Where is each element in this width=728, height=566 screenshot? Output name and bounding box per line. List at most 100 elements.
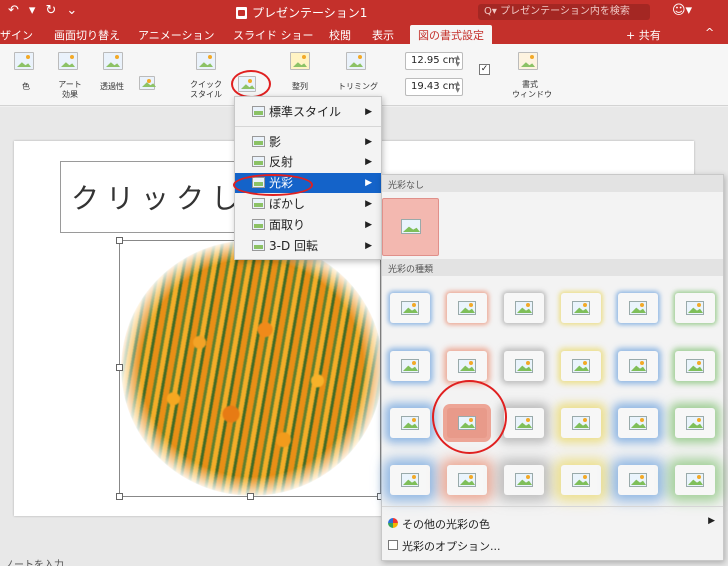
picture-icon <box>686 416 704 430</box>
height-stepper[interactable]: ▲ ▼ <box>455 54 460 68</box>
resize-handle-bl[interactable] <box>116 493 123 500</box>
3d-rotation-icon <box>252 240 265 251</box>
height-field[interactable]: 12.95 cm ▲ ▼ <box>405 52 463 70</box>
menu-item-soft-edges[interactable]: ぼかし ▶ <box>235 194 381 214</box>
art-effect-label: アート 効果 <box>58 80 82 99</box>
reset-picture-icon[interactable] <box>139 76 155 90</box>
share-label: 共有 <box>638 29 661 42</box>
glow-variation-swatch[interactable] <box>447 293 487 323</box>
glow-variation-swatch[interactable] <box>618 465 658 495</box>
picture-icon <box>572 416 590 430</box>
tab-transitions[interactable]: 画面切り替え <box>54 27 120 43</box>
picture-icon <box>515 301 533 315</box>
glow-variation-swatch[interactable] <box>561 465 601 495</box>
width-field[interactable]: 19.43 cm ▲ ▼ <box>405 78 463 96</box>
soft-edges-icon <box>252 198 265 209</box>
glow-variation-swatch[interactable] <box>561 351 601 381</box>
variations-header: 光彩の種類 <box>388 265 434 275</box>
glow-variation-swatch[interactable] <box>447 351 487 381</box>
bevel-icon <box>252 219 265 230</box>
tab-animations[interactable]: アニメーション <box>138 27 215 43</box>
lock-aspect-checkbox[interactable]: ✓ <box>479 64 490 75</box>
glow-variation-swatch[interactable] <box>390 351 430 381</box>
glow-options-item[interactable]: 光彩のオプション... <box>402 538 501 554</box>
picture-icon <box>515 473 533 487</box>
undo-icon[interactable]: ↶ <box>8 3 19 18</box>
redo-icon[interactable]: ↻ <box>45 3 56 18</box>
menu-item-bevel[interactable]: 面取り ▶ <box>235 215 381 235</box>
glow-options-checkbox-icon <box>388 540 398 550</box>
color-wheel-icon <box>388 518 398 528</box>
undo-dropdown-icon[interactable]: ▾ <box>29 3 36 18</box>
submenu-arrow-icon: ▶ <box>365 199 372 209</box>
quick-style-label: クイック スタイル <box>190 80 222 99</box>
format-window-icon[interactable] <box>518 52 538 70</box>
customize-toolbar-icon[interactable]: ⌄ <box>66 3 77 18</box>
glow-variation-swatch[interactable] <box>618 351 658 381</box>
more-glow-colors-item[interactable]: その他の光彩の色 <box>402 516 490 532</box>
glow-variation-swatch[interactable] <box>504 293 544 323</box>
color-label: 色 <box>22 82 30 91</box>
picture-icon <box>629 301 647 315</box>
glow-variation-swatch[interactable] <box>447 465 487 495</box>
glow-variation-swatch[interactable] <box>390 293 430 323</box>
crop-icon[interactable] <box>346 52 366 70</box>
glow-variation-swatch[interactable] <box>561 293 601 323</box>
resize-handle-tl[interactable] <box>116 237 123 244</box>
quick-style-icon[interactable] <box>196 52 216 70</box>
tab-picture-format[interactable]: 図の書式設定 <box>410 25 492 44</box>
menu-item-shadow[interactable]: 影 ▶ <box>235 132 381 152</box>
picture-selection-box <box>119 240 381 497</box>
notes-placeholder[interactable]: ノートを入力 <box>4 556 64 566</box>
menu-item-preset[interactable]: 標準スタイル ▶ <box>235 102 381 122</box>
picture-icon <box>515 359 533 373</box>
document-title: プレゼンテーション1 <box>236 4 367 21</box>
more-colors-arrow-icon: ▶ <box>708 516 715 526</box>
tab-review[interactable]: 校閲 <box>329 27 351 43</box>
height-value: 12.95 cm <box>411 55 459 66</box>
picture-icon <box>401 416 419 430</box>
menu-item-3d-rotation[interactable]: 3-D 回転 ▶ <box>235 236 381 256</box>
resize-handle-bm[interactable] <box>247 493 254 500</box>
no-glow-option[interactable] <box>382 198 439 256</box>
feedback-smiley-icon[interactable]: ☺▾ <box>672 3 692 18</box>
collapse-ribbon-icon[interactable]: ^ <box>705 26 714 39</box>
glow-variation-swatch[interactable] <box>618 408 658 438</box>
tab-slideshow[interactable]: スライド ショー <box>233 27 314 43</box>
glow-variation-swatch[interactable] <box>390 465 430 495</box>
glow-variation-swatch[interactable] <box>504 465 544 495</box>
glow-variation-swatch[interactable] <box>561 408 601 438</box>
selected-glow-highlight-circle <box>432 380 507 454</box>
glow-variation-swatch[interactable] <box>504 351 544 381</box>
tab-design[interactable]: ザイン <box>0 27 33 43</box>
picture-icon <box>458 301 476 315</box>
search-input[interactable]: Q▾ プレゼンテーション内を検索 <box>478 4 650 20</box>
share-button[interactable]: + 共有 <box>626 27 661 43</box>
glow-variation-swatch[interactable] <box>675 408 715 438</box>
art-effect-icon[interactable] <box>58 52 78 70</box>
add-person-icon: + <box>626 29 636 42</box>
shadow-icon <box>252 136 265 147</box>
tab-view[interactable]: 表示 <box>372 27 394 43</box>
submenu-arrow-icon: ▶ <box>365 157 372 167</box>
picture-icon <box>686 301 704 315</box>
glow-variation-swatch[interactable] <box>675 351 715 381</box>
transparency-icon[interactable] <box>103 52 123 70</box>
glow-variation-swatch[interactable] <box>675 465 715 495</box>
no-glow-header-band <box>382 175 723 192</box>
glow-variation-swatch[interactable] <box>390 408 430 438</box>
corrections-icon[interactable] <box>14 52 34 70</box>
menu-item-label: 反射 <box>269 155 294 169</box>
menu-item-reflection[interactable]: 反射 ▶ <box>235 152 381 172</box>
variations-header-band <box>382 259 723 276</box>
picture-icon <box>686 359 704 373</box>
resize-handle-ml[interactable] <box>116 364 123 371</box>
ribbon-tabs: ザイン 画面切り替え アニメーション スライド ショー 校閲 表示 図の書式設定… <box>0 24 728 44</box>
glow-variation-swatch[interactable] <box>675 293 715 323</box>
submenu-divider <box>382 506 723 507</box>
arrange-icon[interactable] <box>290 52 310 70</box>
glow-variation-swatch[interactable] <box>618 293 658 323</box>
glow-variation-swatch[interactable] <box>504 408 544 438</box>
picture-icon <box>515 416 533 430</box>
width-stepper[interactable]: ▲ ▼ <box>455 80 460 94</box>
